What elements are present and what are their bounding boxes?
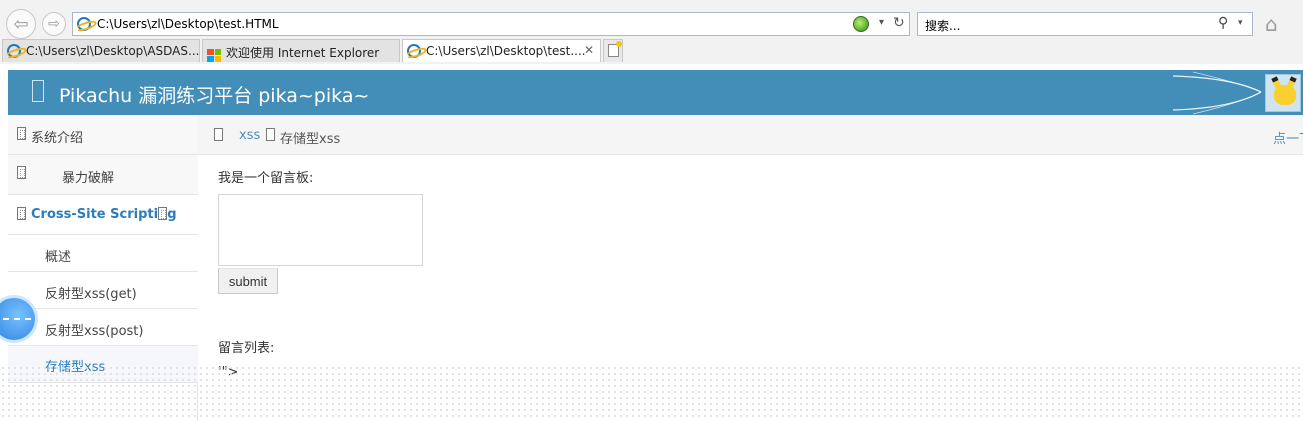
expand-arrow-icon — [158, 207, 167, 220]
ie-tab-icon — [7, 44, 21, 61]
sidebar: 系统介绍 暴力破解 Cross-Site Scripting 概述 反射型xss… — [8, 115, 198, 421]
pikachu-avatar[interactable] — [1265, 74, 1301, 112]
sidebar-item-overview[interactable]: 概述 — [8, 235, 198, 272]
new-tab-icon — [608, 41, 622, 57]
forward-arrow-icon: ⇨ — [48, 16, 60, 32]
tab-label: C:\Users\zl\Desktop\test.... — [426, 44, 586, 58]
sidebar-item-stored-xss[interactable]: 存储型xss — [8, 346, 198, 383]
forward-button[interactable]: ⇨ — [42, 12, 66, 36]
menu-icon — [17, 127, 26, 140]
back-arrow-icon: ⇦ — [13, 13, 29, 35]
submit-button[interactable]: submit — [218, 268, 278, 294]
header-swirl-decoration — [1173, 71, 1262, 115]
windows-logo-icon — [207, 44, 221, 62]
breadcrumb-link-xss[interactable]: xss — [239, 128, 260, 143]
home-breadcrumb-icon — [214, 128, 223, 141]
sidebar-item-label: 暴力破解 — [62, 171, 115, 186]
message-textarea[interactable] — [218, 194, 423, 266]
compatibility-view-icon[interactable] — [853, 16, 869, 32]
web-page: Pikachu 漏洞练习平台 pika~pika~ 系统介绍 暴力破解 Cros… — [0, 64, 1303, 421]
menu-icon — [17, 207, 26, 220]
sidebar-item-label: 反射型xss(get) — [45, 287, 137, 302]
board-label: 我是一个留言板: — [218, 171, 314, 186]
message-list-label: 留言列表: — [218, 341, 275, 356]
widget-dash-icon — [3, 318, 31, 320]
browser-chrome: ⇦ ⇨ C:\Users\zl\Desktop\test.HTML ▾ ↻ 搜索… — [0, 0, 1303, 64]
tab-strip: C:\Users\zl\Desktop\ASDAS... 欢迎使用 Intern… — [0, 39, 1303, 62]
close-tab-icon[interactable]: ✕ — [584, 43, 594, 57]
search-placeholder: 搜索... — [925, 19, 961, 33]
ie-page-icon — [77, 16, 91, 35]
address-dropdown-icon[interactable]: ▾ — [879, 17, 884, 28]
site-title[interactable]: Pikachu 漏洞练习平台 pika~pika~ — [59, 81, 369, 108]
sidebar-item-bruteforce[interactable]: 暴力破解 — [8, 155, 198, 195]
address-url: C:\Users\zl\Desktop\test.HTML — [97, 17, 279, 31]
sidebar-item-label: 存储型xss — [45, 360, 106, 375]
tab-welcome-ie[interactable]: 欢迎使用 Internet Explorer — [202, 39, 400, 62]
new-tab-button[interactable] — [603, 39, 623, 62]
sidebar-item-label: 系统介绍 — [31, 131, 84, 146]
sidebar-item-label: Cross-Site Scripting — [31, 207, 177, 222]
menu-icon — [17, 166, 26, 179]
tab-test-html[interactable]: C:\Users\zl\Desktop\test.... ✕ — [402, 39, 601, 62]
search-box[interactable]: 搜索... ⚲ ▾ — [917, 12, 1253, 36]
refresh-icon[interactable]: ↻ — [893, 15, 905, 31]
tab-label: C:\Users\zl\Desktop\ASDAS... — [26, 44, 200, 58]
home-icon[interactable]: ⌂ — [1265, 12, 1278, 36]
address-bar[interactable]: C:\Users\zl\Desktop\test.HTML ▾ ↻ — [72, 12, 910, 36]
back-button[interactable]: ⇦ — [6, 9, 36, 39]
ie-tab-icon — [407, 44, 421, 61]
tab-label: 欢迎使用 Internet Explorer — [226, 46, 380, 60]
sidebar-item-xss[interactable]: Cross-Site Scripting — [8, 195, 198, 235]
breadcrumb-current: 存储型xss — [280, 132, 341, 147]
breadcrumb-hint-link[interactable]: 点一下 — [1273, 128, 1303, 147]
breadcrumb: xss 存储型xss 点一下 — [198, 115, 1303, 155]
sidebar-item-intro[interactable]: 系统介绍 — [8, 115, 198, 155]
site-header: Pikachu 漏洞练习平台 pika~pika~ — [8, 70, 1303, 115]
screen: ⇦ ⇨ C:\Users\zl\Desktop\test.HTML ▾ ↻ 搜索… — [0, 0, 1303, 421]
sidebar-item-label: 反射型xss(post) — [45, 324, 144, 339]
tab-asdas[interactable]: C:\Users\zl\Desktop\ASDAS... — [2, 39, 200, 62]
sidebar-item-reflected-get[interactable]: 反射型xss(get) — [8, 272, 198, 309]
search-icon[interactable]: ⚲ — [1218, 15, 1228, 31]
breadcrumb-separator-icon — [266, 128, 275, 141]
search-dropdown-icon[interactable]: ▾ — [1238, 18, 1243, 28]
sidebar-item-label: 概述 — [45, 250, 72, 265]
logo-icon — [32, 80, 44, 102]
message-item: '"> — [218, 365, 239, 380]
